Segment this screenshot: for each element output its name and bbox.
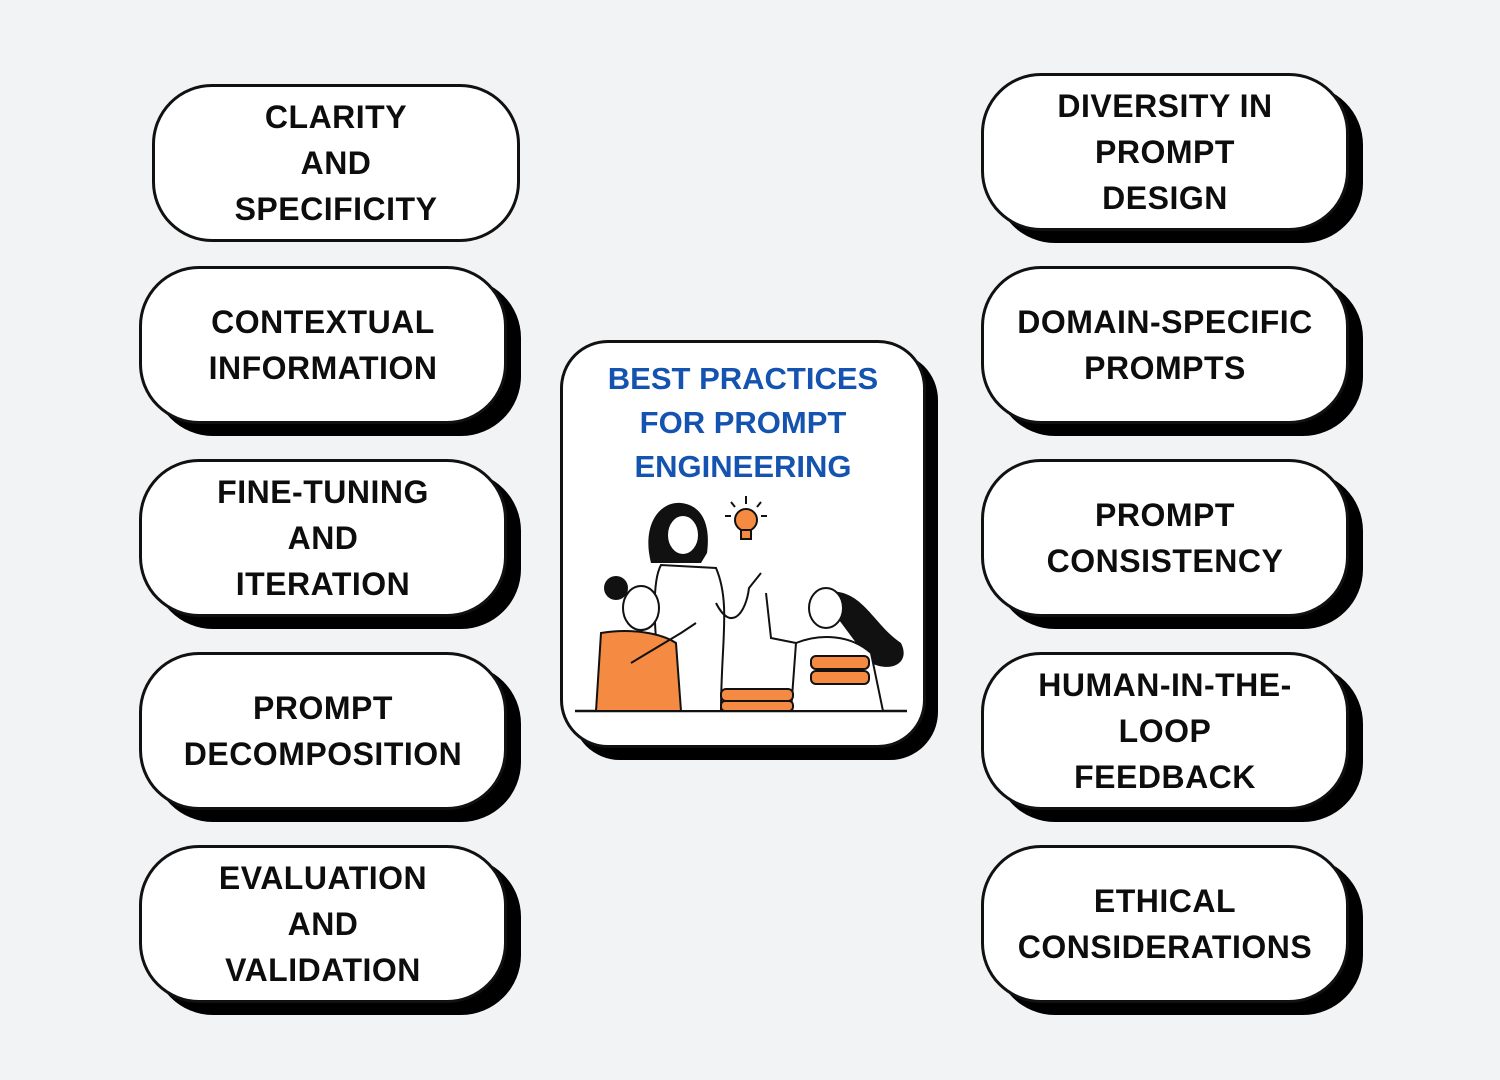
practice-clarity-specificity: CLARITY AND SPECIFICITY: [152, 84, 520, 242]
practice-label: PROMPT CONSISTENCY: [1046, 497, 1284, 579]
practice-evaluation-validation: EVALUATION AND VALIDATION: [139, 845, 507, 1003]
practice-fine-tuning-iteration: FINE-TUNING AND ITERATION: [139, 459, 507, 617]
practice-prompt-decomposition: PROMPT DECOMPOSITION: [139, 652, 507, 810]
diagram-title: BEST PRACTICES FOR PROMPT ENGINEERING: [607, 361, 879, 484]
practice-diversity-prompt-design: DIVERSITY IN PROMPT DESIGN: [981, 73, 1349, 231]
practice-ethical-considerations: ETHICAL CONSIDERATIONS: [981, 845, 1349, 1003]
practice-label: FINE-TUNING AND ITERATION: [217, 474, 429, 602]
practice-label: EVALUATION AND VALIDATION: [218, 860, 428, 988]
practice-label: DOMAIN-SPECIFIC PROMPTS: [1017, 304, 1313, 386]
practice-contextual-information: CONTEXTUAL INFORMATION: [139, 266, 507, 424]
lightbulb-icon: [725, 496, 767, 540]
practice-domain-specific-prompts: DOMAIN-SPECIFIC PROMPTS: [981, 266, 1349, 424]
practice-label: PROMPT DECOMPOSITION: [183, 690, 463, 772]
people-collaborating-illustration-icon: [575, 496, 907, 713]
center-title-card: BEST PRACTICES FOR PROMPT ENGINEERING: [560, 340, 926, 748]
practice-label: DIVERSITY IN PROMPT DESIGN: [1057, 88, 1273, 216]
practice-prompt-consistency: PROMPT CONSISTENCY: [981, 459, 1349, 617]
practice-label: CONTEXTUAL INFORMATION: [208, 304, 438, 386]
practice-label: HUMAN-IN-THE- LOOP FEEDBACK: [1038, 667, 1292, 795]
practice-label: ETHICAL CONSIDERATIONS: [1017, 883, 1313, 965]
practice-human-in-the-loop: HUMAN-IN-THE- LOOP FEEDBACK: [981, 652, 1349, 810]
practice-label: CLARITY AND SPECIFICITY: [234, 99, 438, 227]
